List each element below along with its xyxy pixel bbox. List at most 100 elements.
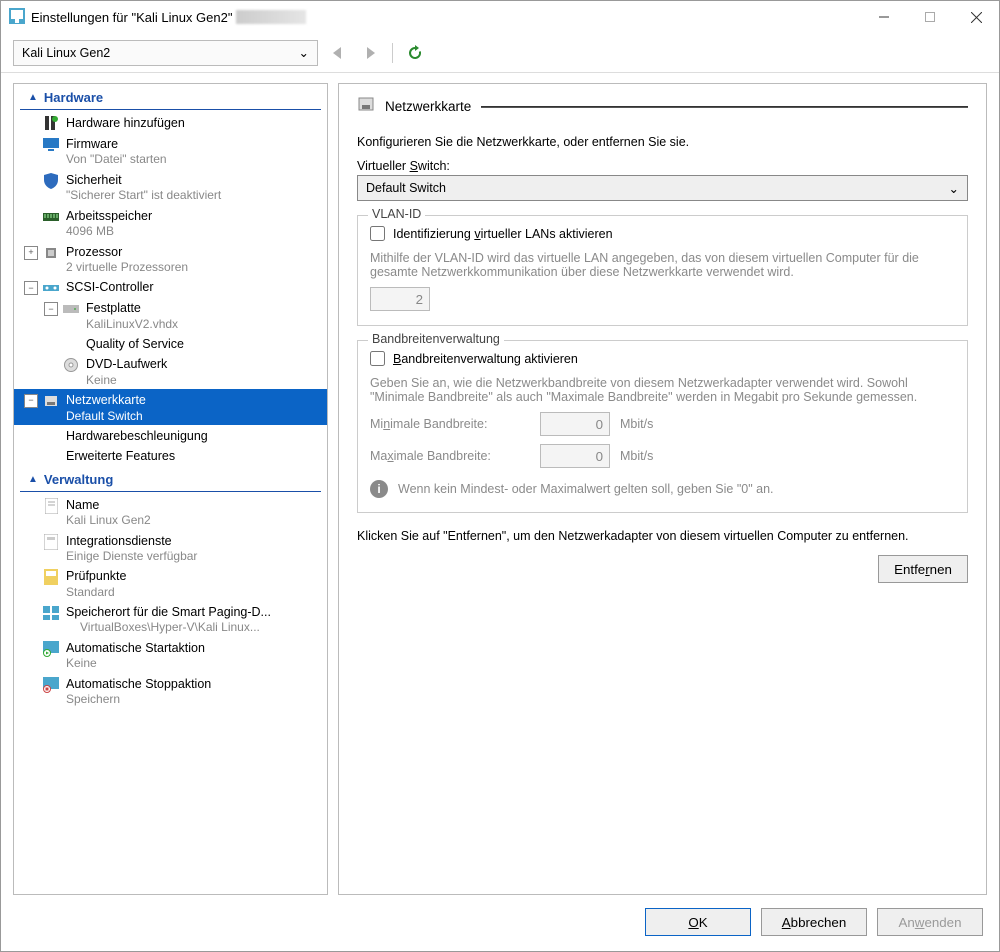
title-line — [481, 106, 968, 108]
tree-scsi[interactable]: − SCSI-Controller — [14, 276, 327, 297]
memory-icon — [42, 209, 60, 225]
tree-advfeat[interactable]: Erweiterte Features — [14, 445, 327, 465]
tree-sub: Keine — [66, 656, 205, 672]
cancel-button[interactable]: Abbrechen — [761, 908, 867, 936]
ok-button[interactable]: OK — [645, 908, 751, 936]
min-bandwidth-input[interactable] — [540, 412, 610, 436]
bandwidth-enable-checkbox[interactable] — [370, 351, 385, 366]
tree-integration[interactable]: IntegrationsdiensteEinige Dienste verfüg… — [14, 530, 327, 566]
tree-label: Festplatte — [86, 300, 178, 316]
tree-label: Automatische Stoppaktion — [66, 676, 211, 692]
shield-icon — [42, 173, 60, 189]
bandwidth-help-text: Geben Sie an, wie die Netzwerkbandbreite… — [370, 376, 955, 404]
name-icon — [42, 498, 60, 514]
vswitch-dropdown[interactable]: Default Switch ⌄ — [357, 175, 968, 201]
separator — [392, 43, 393, 63]
max-bandwidth-input[interactable] — [540, 444, 610, 468]
tree-smartpaging[interactable]: Speicherort für die Smart Paging-D...Vir… — [14, 601, 327, 637]
chevron-down-icon: ⌄ — [949, 181, 959, 196]
nav-forward-button[interactable] — [358, 41, 382, 65]
remove-desc: Klicken Sie auf "Entfernen", um den Netz… — [357, 529, 968, 543]
apply-button[interactable]: Anwenden — [877, 908, 983, 936]
tree-hdd[interactable]: − FestplatteKaliLinuxV2.vhdx — [14, 297, 327, 333]
toolbar: Kali Linux Gen2 ⌄ — [1, 33, 999, 73]
tree-sub: KaliLinuxV2.vhdx — [86, 317, 178, 333]
collapse-icon: ▲ — [28, 474, 38, 485]
checkpoint-icon — [42, 569, 60, 585]
tree-label: Speicherort für die Smart Paging-D... — [66, 604, 271, 620]
disc-icon — [62, 357, 80, 373]
section-verwaltung[interactable]: ▲ Verwaltung — [20, 468, 321, 492]
add-hardware-icon — [42, 116, 60, 132]
tree-security[interactable]: Sicherheit"Sicherer Start" ist deaktivie… — [14, 169, 327, 205]
settings-panel: Netzwerkkarte Konfigurieren Sie die Netz… — [338, 83, 987, 895]
settings-tree[interactable]: ▲ Hardware Hardware hinzufügen FirmwareV… — [13, 83, 328, 895]
tree-label: Quality of Service — [86, 336, 184, 352]
nav-back-button[interactable] — [326, 41, 350, 65]
dialog-footer: OK Abbrechen Anwenden — [1, 903, 999, 951]
reload-button[interactable] — [403, 41, 427, 65]
vswitch-value: Default Switch — [366, 181, 446, 195]
max-bandwidth-label: Maximale Bandbreite: — [370, 449, 530, 463]
vlan-enable-label: Identifizierung virtueller LANs aktivier… — [393, 227, 613, 241]
vlan-enable-checkbox[interactable] — [370, 226, 385, 241]
tree-label: Name — [66, 497, 151, 513]
tree-firmware[interactable]: FirmwareVon "Datei" starten — [14, 133, 327, 169]
tree-sub: Speichern — [66, 692, 211, 708]
close-button[interactable] — [953, 1, 999, 33]
vswitch-label: Virtueller Switch: — [357, 159, 968, 173]
collapse-icon[interactable]: − — [24, 394, 38, 408]
hdd-icon — [62, 301, 80, 317]
tree-cpu[interactable]: + Prozessor2 virtuelle Prozessoren — [14, 241, 327, 277]
tree-sub: 4096 MB — [66, 224, 152, 240]
nic-icon — [42, 393, 60, 409]
tree-add-hardware[interactable]: Hardware hinzufügen — [14, 112, 327, 133]
maximize-button[interactable] — [907, 1, 953, 33]
redacted-text — [236, 10, 306, 24]
vlan-group: VLAN-ID Identifizierung virtueller LANs … — [357, 215, 968, 326]
tree-qos[interactable]: Quality of Service — [14, 333, 327, 353]
titlebar: Einstellungen für "Kali Linux Gen2" — [1, 1, 999, 33]
bandwidth-info-text: Wenn kein Mindest- oder Maximalwert gelt… — [398, 482, 774, 496]
tree-autostart[interactable]: Automatische StartaktionKeine — [14, 637, 327, 673]
tree-sub: Kali Linux Gen2 — [66, 513, 151, 529]
unit-label: Mbit/s — [620, 449, 653, 463]
tree-dvd[interactable]: DVD-LaufwerkKeine — [14, 353, 327, 389]
nic-icon — [357, 96, 375, 117]
tree-label: Sicherheit — [66, 172, 221, 188]
monitor-icon — [42, 137, 60, 153]
app-icon — [9, 8, 25, 27]
section-hardware[interactable]: ▲ Hardware — [20, 86, 321, 110]
tree-sub: Keine — [86, 373, 167, 389]
info-icon: i — [370, 480, 388, 498]
tree-name[interactable]: NameKali Linux Gen2 — [14, 494, 327, 530]
chevron-down-icon: ⌄ — [299, 45, 309, 60]
bandwidth-enable-label: Bandbreitenverwaltung aktivieren — [393, 352, 578, 366]
tree-memory[interactable]: Arbeitsspeicher4096 MB — [14, 205, 327, 241]
tree-label: SCSI-Controller — [66, 279, 154, 295]
panel-desc: Konfigurieren Sie die Netzwerkkarte, ode… — [357, 135, 968, 149]
tree-sub: "Sicherer Start" ist deaktiviert — [66, 188, 221, 204]
vlan-help-text: Mithilfe der VLAN-ID wird das virtuelle … — [370, 251, 955, 279]
tree-autostop[interactable]: Automatische StoppaktionSpeichern — [14, 673, 327, 709]
section-verwaltung-label: Verwaltung — [44, 472, 113, 487]
tree-label: Prozessor — [66, 244, 188, 260]
minimize-button[interactable] — [861, 1, 907, 33]
collapse-icon[interactable]: − — [44, 302, 58, 316]
unit-label: Mbit/s — [620, 417, 653, 431]
vlan-id-input[interactable] — [370, 287, 430, 311]
tree-hwaccel[interactable]: Hardwarebeschleunigung — [14, 425, 327, 445]
vlan-group-title: VLAN-ID — [368, 207, 425, 221]
vm-select-dropdown[interactable]: Kali Linux Gen2 ⌄ — [13, 40, 318, 66]
tree-sub: VirtualBoxes\Hyper-V\Kali Linux... — [66, 620, 271, 636]
expand-icon[interactable]: + — [24, 246, 38, 260]
tree-nic[interactable]: − NetzwerkkarteDefault Switch — [14, 389, 327, 425]
tree-checkpoints[interactable]: PrüfpunkteStandard — [14, 565, 327, 601]
bandwidth-group-title: Bandbreitenverwaltung — [368, 332, 504, 346]
tree-label: Hardwarebeschleunigung — [66, 428, 208, 444]
tree-sub: 2 virtuelle Prozessoren — [66, 260, 188, 276]
remove-button[interactable]: Entfernen — [878, 555, 968, 583]
min-bandwidth-label: Minimale Bandbreite: — [370, 417, 530, 431]
tree-label: Prüfpunkte — [66, 568, 126, 584]
collapse-icon[interactable]: − — [24, 281, 38, 295]
